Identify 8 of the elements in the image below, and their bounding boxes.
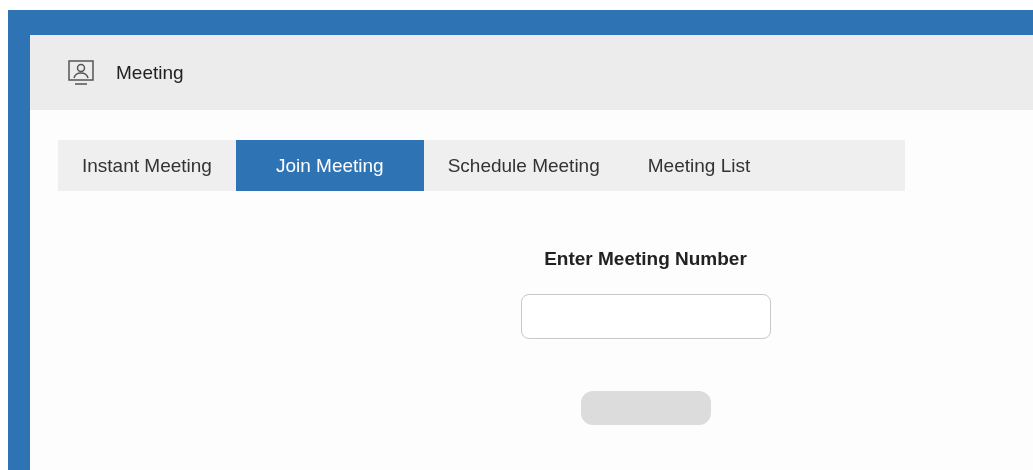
tab[interactable]: Instant Meeting [58,140,236,191]
tab[interactable]: Meeting List [623,140,775,191]
tab[interactable]: Join Meeting [235,140,424,191]
page-title: Meeting [116,61,184,84]
presenter-icon [68,59,94,86]
form-heading: Enter Meeting Number [544,248,747,270]
meeting-number-field[interactable] [520,294,771,339]
tab[interactable]: Schedule Meeting [423,140,624,191]
